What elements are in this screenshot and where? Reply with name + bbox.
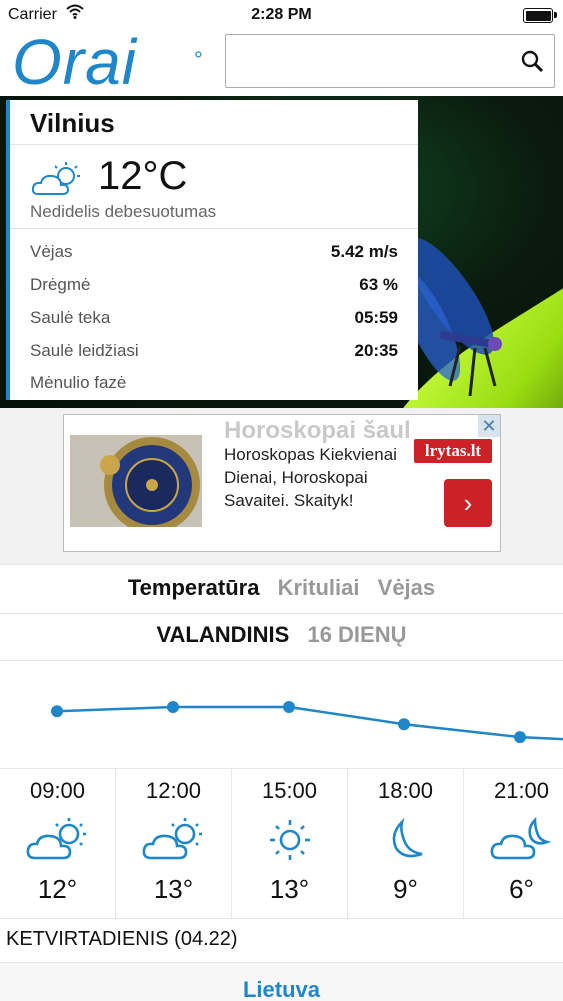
day-label: KETVIRTADIENIS (04.22)	[6, 928, 238, 950]
hour-item[interactable]: 21:00 6°	[464, 768, 563, 918]
hour-time: 15:00	[261, 778, 318, 803]
detail-label: Saulė teka	[30, 308, 111, 327]
hourly-forecast: 09:00 12° 12:00 13° 15:00 13° 18:00 9° 2…	[0, 768, 563, 919]
detail-row-moon-phase: Mėnulio fazė	[30, 369, 398, 401]
sun-icon	[232, 816, 347, 866]
hour-temperature: 13°	[153, 874, 194, 904]
partly-cloudy-icon	[30, 160, 86, 205]
tab-temperature[interactable]: Temperatūra	[128, 575, 260, 600]
app-logo[interactable]: Orai °	[12, 30, 203, 94]
partly-cloudy-icon	[0, 816, 115, 866]
hour-item[interactable]: 12:00 13°	[116, 768, 232, 918]
tab-wind[interactable]: Vėjas	[378, 575, 436, 600]
period-tabs: VALANDINIS 16 DIENŲ	[0, 612, 563, 661]
detail-row-wind: Vėjas 5.42 m/s	[30, 238, 398, 270]
partly-cloudy-icon	[116, 816, 231, 866]
temperature-graph	[0, 660, 563, 769]
detail-value: 63 %	[359, 275, 398, 294]
condition-text: Nedidelis debesuotumas	[30, 202, 217, 221]
tab-16-days[interactable]: 16 DIENŲ	[307, 622, 406, 647]
city-name: Vilnius	[30, 108, 115, 138]
detail-row-sunset: Saulė leidžiasi 20:35	[30, 337, 398, 369]
ad-close-icon[interactable]: ✕	[478, 415, 500, 437]
nav-lietuva[interactable]: Lietuva	[243, 977, 320, 1001]
status-time: 2:28 PM	[251, 6, 312, 23]
detail-value: 5.42 m/s	[330, 242, 398, 261]
search-box[interactable]	[225, 34, 555, 88]
divider	[10, 144, 418, 145]
dragonfly-image	[400, 237, 502, 397]
hour-time: 09:00	[29, 778, 86, 803]
ad-ghost-title: Horoskopai šaul	[224, 417, 411, 444]
ad-arrow-button[interactable]: ›	[444, 479, 492, 527]
logo-degree: °	[194, 47, 204, 72]
temperature-point-12:00	[167, 701, 179, 713]
detail-label: Vėjas	[30, 242, 73, 261]
hour-time: 12:00	[145, 778, 202, 803]
bottom-nav: Lietuva	[0, 962, 563, 1001]
zodiac-clock-image	[70, 435, 202, 527]
temperature-point-21:00	[514, 731, 526, 744]
metric-tabs: Temperatūra Krituliai Vėjas	[0, 564, 563, 614]
hour-item[interactable]: 09:00 12°	[0, 768, 116, 918]
current-weather-card: Vilnius 12°C Nedidelis debesuotumas Vėja…	[6, 100, 418, 400]
hour-time: 21:00	[493, 778, 550, 803]
detail-row-humidity: Drėgmė 63 %	[30, 271, 398, 303]
hour-item[interactable]: 18:00 9°	[348, 768, 464, 918]
detail-label: Saulė leidžiasi	[30, 341, 139, 360]
detail-value: 20:35	[354, 341, 398, 360]
ad-area: Horoskopai šaul Horoskopas Kiekvienai Di…	[0, 408, 563, 564]
temperature-point-09:00	[51, 705, 63, 718]
tab-precipitation[interactable]: Krituliai	[278, 575, 360, 600]
battery-icon	[523, 8, 557, 23]
detail-label: Mėnulio fazė	[30, 373, 127, 392]
tab-hourly[interactable]: VALANDINIS	[157, 622, 290, 647]
logo-text: Orai	[12, 26, 137, 98]
hour-temperature: 13°	[269, 874, 310, 904]
detail-row-sunrise: Saulė teka 05:59	[30, 304, 398, 336]
temperature-point-15:00	[283, 701, 295, 713]
hour-temperature: 12°	[37, 874, 78, 904]
hour-time: 18:00	[377, 778, 434, 803]
detail-label: Drėgmė	[30, 275, 91, 294]
app-header: Orai °	[0, 30, 563, 94]
detail-value: 05:59	[354, 308, 398, 327]
divider	[10, 228, 418, 229]
ad-banner[interactable]: Horoskopai šaul Horoskopas Kiekvienai Di…	[63, 414, 501, 552]
temperature-point-18:00	[398, 718, 410, 731]
temperature-series-line	[56, 705, 563, 741]
cloudy-night-icon	[464, 816, 563, 866]
search-icon[interactable]	[520, 49, 544, 78]
ad-text: Horoskopas Kiekvienai Dienai, Horoskopai…	[224, 445, 397, 510]
current-temperature: 12°C	[98, 154, 188, 198]
moon-icon	[348, 816, 463, 866]
ad-brand-logo: lrytas.lt	[414, 439, 492, 463]
search-input[interactable]	[232, 41, 516, 81]
hour-temperature: 6°	[509, 874, 534, 904]
temperature-line-chart	[51, 701, 563, 744]
hour-temperature: 9°	[393, 874, 418, 904]
hour-item[interactable]: 15:00 13°	[232, 768, 348, 918]
